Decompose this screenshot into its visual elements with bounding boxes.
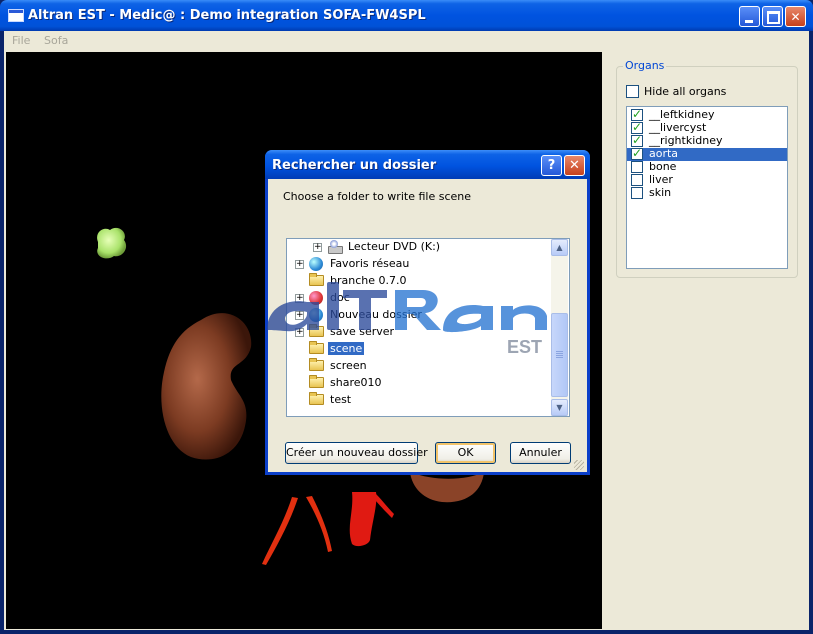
organ-list[interactable]: __leftkidney__livercyst__rightkidneyaort… <box>626 106 788 269</box>
kidney-mesh-right <box>410 472 484 503</box>
checkbox-icon <box>626 85 639 98</box>
expand-icon[interactable]: + <box>313 243 322 252</box>
folder-icon <box>309 375 324 388</box>
dvd-drive-icon <box>327 240 343 254</box>
tree-item-label: test <box>330 393 352 406</box>
ok-button[interactable]: OK <box>435 442 496 464</box>
dialog-title: Rechercher un dossier <box>272 158 437 173</box>
organ-label: bone <box>649 160 677 173</box>
close-button[interactable]: ✕ <box>785 6 806 27</box>
aorta-branch-2 <box>306 496 332 552</box>
new-folder-button[interactable]: Créer un nouveau dossier <box>285 442 428 464</box>
dialog-title-bar[interactable]: Rechercher un dossier ? ✕ <box>265 150 590 179</box>
aorta-mesh <box>349 492 377 547</box>
kidney-mesh <box>161 313 252 460</box>
organs-group: Organs Hide all organs __leftkidney__liv… <box>616 59 798 278</box>
checkbox-icon[interactable] <box>631 174 643 186</box>
minimize-button[interactable] <box>739 6 760 27</box>
dialog-close-button[interactable]: ✕ <box>564 155 585 176</box>
altran-logo-watermark: EST <box>267 282 547 357</box>
cancel-button[interactable]: Annuler <box>510 442 571 464</box>
logo-est: EST <box>507 337 542 357</box>
organ-label: __livercyst <box>649 121 707 134</box>
menu-file[interactable]: File <box>12 34 30 47</box>
menu-sofa[interactable]: Sofa <box>44 34 68 47</box>
window-title: Altran EST - Medic@ : Demo integration S… <box>28 8 426 23</box>
checkbox-icon[interactable] <box>631 187 643 199</box>
tree-item-label: Lecteur DVD (K:) <box>348 240 441 253</box>
app-icon <box>8 9 24 22</box>
livercyst-mesh <box>97 227 127 259</box>
folder-icon <box>309 392 324 405</box>
organs-title: Organs <box>623 59 667 72</box>
organ-label: __rightkidney <box>649 134 723 147</box>
maximize-button[interactable] <box>762 6 783 27</box>
tree-item-label: screen <box>330 359 367 372</box>
tree-item-label: share010 <box>330 376 382 389</box>
app-window: Altran EST - Medic@ : Demo integration S… <box>0 0 813 634</box>
help-button[interactable]: ? <box>541 155 562 176</box>
title-bar[interactable]: Altran EST - Medic@ : Demo integration S… <box>0 0 813 31</box>
organ-label: skin <box>649 186 672 199</box>
scroll-up-icon[interactable]: ▲ <box>551 239 568 256</box>
scroll-down-icon[interactable]: ▼ <box>551 399 568 416</box>
organ-label: aorta <box>649 147 679 160</box>
resize-grip-icon[interactable] <box>574 460 584 470</box>
menu-bar: File Sofa <box>4 31 809 51</box>
organ-item[interactable]: skin <box>627 186 787 200</box>
checkbox-icon[interactable] <box>631 146 643 160</box>
organ-label: __leftkidney <box>649 108 715 121</box>
folder-icon <box>309 358 324 371</box>
organ-label: liver <box>649 173 673 186</box>
dialog-prompt: Choose a folder to write file scene <box>283 190 471 203</box>
hide-all-organs-label: Hide all organs <box>644 85 727 98</box>
aorta-branch <box>262 497 298 565</box>
checkbox-icon[interactable] <box>631 161 643 173</box>
